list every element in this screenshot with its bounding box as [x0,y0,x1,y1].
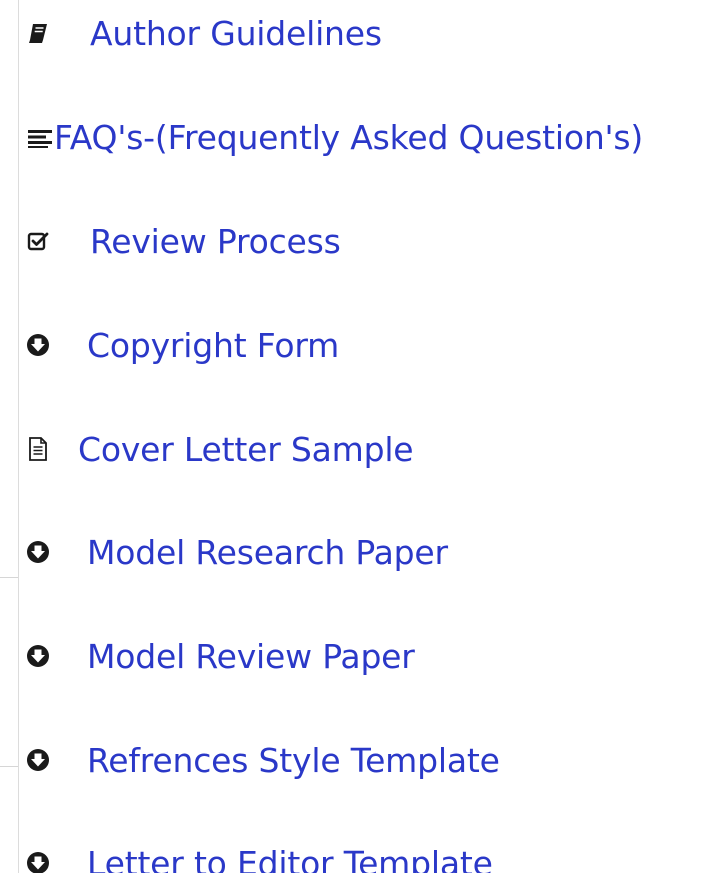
menu-item-label: Review Process [90,221,341,261]
checkbox-checked-icon [24,227,52,255]
menu-item-label: Refrences Style Template [87,740,500,780]
menu-item-letter-to-editor-template[interactable]: Letter to Editor Template [24,833,493,873]
menu-item-faqs[interactable]: FAQ's-(Frequently Asked Question's) [24,107,643,167]
menu-item-copyright-form[interactable]: Copyright Form [24,315,339,375]
menu-item-label: Copyright Form [87,325,340,365]
download-circle-icon [24,331,52,359]
download-circle-icon [24,849,52,873]
menu-item-label: Cover Letter Sample [78,429,414,469]
document-icon [24,435,52,463]
list-lines-icon [24,123,52,151]
menu-item-label: FAQ's-(Frequently Asked Question's) [54,117,644,157]
book-icon [24,19,52,47]
download-circle-icon [24,538,52,566]
menu-item-model-review-paper[interactable]: Model Review Paper [24,626,415,686]
menu-item-label: Author Guidelines [90,13,382,53]
author-resources-menu: Author Guidelines FAQ's-(Frequently Aske… [0,0,721,873]
menu-item-refrences-style-template[interactable]: Refrences Style Template [24,730,500,790]
menu-item-cover-letter-sample[interactable]: Cover Letter Sample [24,419,414,479]
menu-item-label: Model Review Paper [87,636,415,676]
download-circle-icon [24,746,52,774]
menu-item-review-process[interactable]: Review Process [24,211,341,271]
menu-item-label: Letter to Editor Template [87,843,493,873]
menu-item-model-research-paper[interactable]: Model Research Paper [24,522,448,582]
menu-item-label: Model Research Paper [87,532,448,572]
download-circle-icon [24,642,52,670]
menu-item-author-guidelines[interactable]: Author Guidelines [24,3,382,63]
